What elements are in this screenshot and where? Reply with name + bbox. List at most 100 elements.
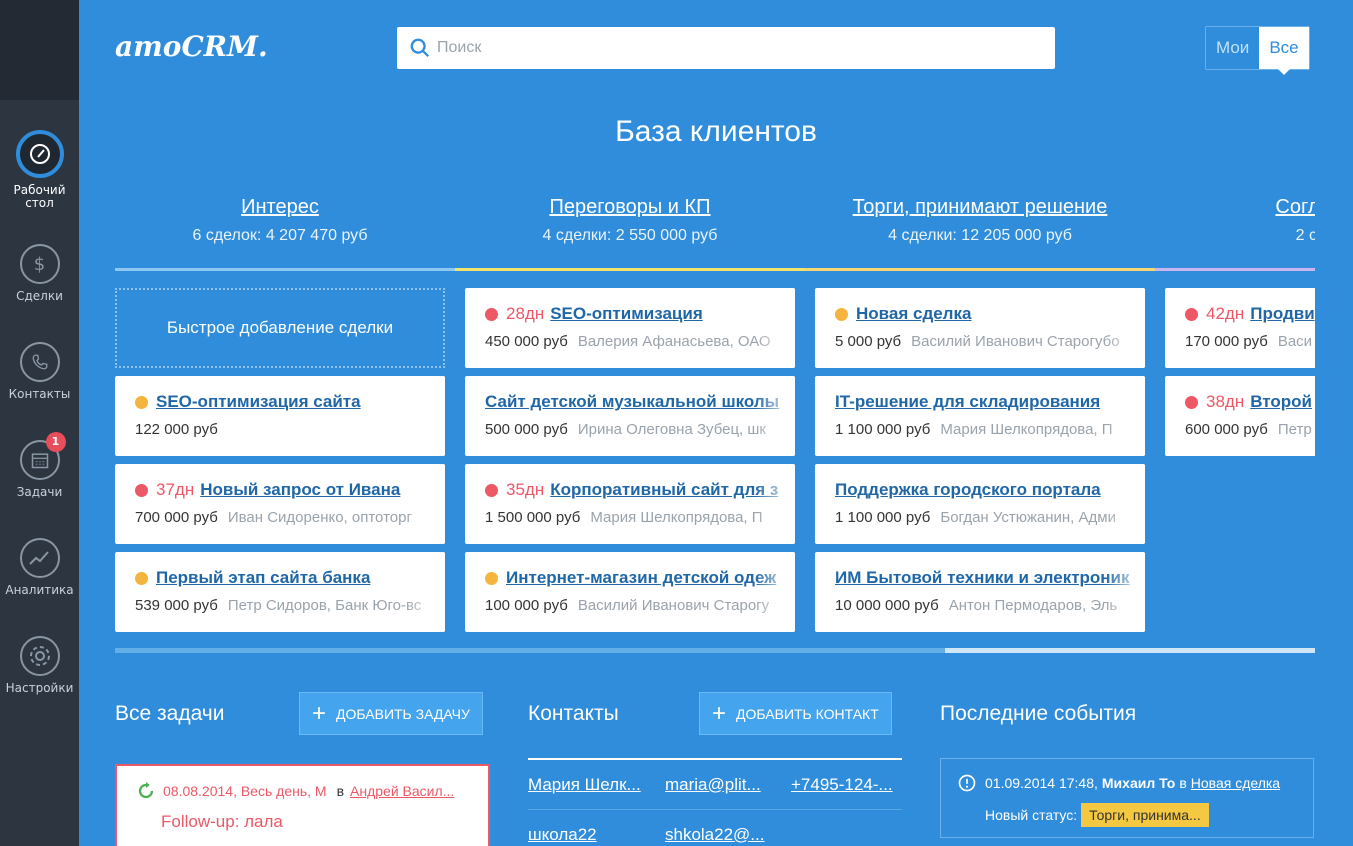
deal-name-link[interactable]: Корпоративный сайт для з bbox=[550, 480, 778, 500]
deal-overdue-days: 35дн bbox=[506, 480, 545, 499]
text-fade bbox=[1105, 288, 1145, 368]
stage-divider bbox=[805, 268, 1155, 271]
deal-card[interactable]: Поддержка городского портала 1 100 000 ру… bbox=[815, 464, 1145, 544]
deal-card[interactable]: ИМ Бытовой техники и электроник 10 000 00… bbox=[815, 552, 1145, 632]
plus-icon: + bbox=[712, 699, 727, 727]
text-fade bbox=[405, 376, 445, 456]
event-deal-link[interactable]: Новая сделка bbox=[1191, 775, 1280, 791]
contact-name-link[interactable]: школа22 bbox=[528, 825, 653, 845]
deal-name-link[interactable]: Новый запрос от Ивана bbox=[200, 480, 400, 500]
status-dot-icon bbox=[135, 483, 148, 497]
task-person-link[interactable]: Андрей Васил... bbox=[350, 783, 454, 799]
deal-card-title: SEO-оптимизация сайта bbox=[135, 392, 425, 412]
deal-card-details: 700 000 руб Иван Сидоренко, оптоторг bbox=[135, 509, 425, 526]
deal-card[interactable]: Сайт детской музыкальной школы 500 000 ру… bbox=[465, 376, 795, 456]
stage-summary: 2 сделки: bbox=[1295, 227, 1315, 244]
contact-name-link[interactable]: Мария Шелк... bbox=[528, 775, 653, 795]
deal-price: 10 000 000 руб bbox=[835, 597, 939, 614]
deal-name-link[interactable]: Первый этап сайта банка bbox=[156, 568, 370, 588]
sidebar-item-tasks[interactable]: 1 Задачи bbox=[0, 432, 79, 499]
sidebar-item-settings[interactable]: Настройки bbox=[0, 636, 79, 695]
contact-phone-link[interactable]: +7495-124-... bbox=[791, 775, 901, 795]
deal-price: 5 000 руб bbox=[835, 333, 902, 350]
contact-row: Мария Шелк... maria@plit... +7495-124-..… bbox=[528, 760, 902, 810]
task-item[interactable]: 08.08.2014, Весь день, М в Андрей Васил.… bbox=[115, 764, 490, 846]
deal-overdue-days: 37дн bbox=[156, 480, 195, 499]
text-fade bbox=[755, 552, 795, 632]
deal-name-link[interactable]: Сайт детской музыкальной школы bbox=[485, 392, 779, 412]
search-input[interactable] bbox=[437, 39, 1055, 57]
sidebar-item-label: Настройки bbox=[5, 681, 74, 695]
deal-card[interactable]: Первый этап сайта банка 539 000 руб Петр С… bbox=[115, 552, 445, 632]
deal-name-link[interactable]: ИМ Бытовой техники и электроник bbox=[835, 568, 1130, 588]
deal-card[interactable]: 37дн Новый запрос от Ивана 700 000 руб Иван… bbox=[115, 464, 445, 544]
contact-row: школа22 shkola22@... bbox=[528, 810, 902, 846]
deal-name-link[interactable]: Новая сделка bbox=[856, 304, 971, 324]
text-fade bbox=[1105, 464, 1145, 544]
text-fade bbox=[755, 464, 795, 544]
status-dot-icon bbox=[485, 483, 498, 497]
scope-mine-button[interactable]: Мои bbox=[1206, 27, 1259, 69]
stage-name-link[interactable]: Переговоры и КП bbox=[465, 196, 795, 219]
sidebar-item-dashboard[interactable]: Рабочий стол bbox=[0, 130, 79, 210]
deal-name-link[interactable]: SEO-оптимизация сайта bbox=[156, 392, 361, 412]
deal-card[interactable]: 28дн SEO-оптимизация 450 000 руб Валерия Аф… bbox=[465, 288, 795, 368]
deal-card[interactable]: SEO-оптимизация сайта 122 000 руб bbox=[115, 376, 445, 456]
deal-card-title: Интернет-магазин детской одеж bbox=[485, 568, 776, 588]
deal-contact: Петр Сидоров, Банк Юго-вс bbox=[227, 597, 422, 614]
deal-name-link[interactable]: Продви bbox=[1250, 304, 1314, 324]
deal-card-details: 122 000 руб bbox=[135, 421, 425, 438]
quick-add-deal-button[interactable]: Быстрое добавление сделки bbox=[115, 288, 445, 368]
deal-card-details: 600 000 руб Петр bbox=[1185, 421, 1315, 438]
add-contact-label: ДОБАВИТЬ КОНТАКТ bbox=[736, 705, 879, 722]
deal-name-link[interactable]: Второй bbox=[1250, 392, 1312, 412]
scope-all-button[interactable]: Все bbox=[1259, 27, 1309, 75]
deal-card[interactable]: 42дн Продви 170 000 руб Васи bbox=[1165, 288, 1315, 368]
gear-icon bbox=[19, 636, 60, 676]
deal-price: 600 000 руб bbox=[1185, 421, 1268, 438]
deal-name-link[interactable]: Поддержка городского портала bbox=[835, 480, 1101, 500]
deal-card[interactable]: Интернет-магазин детской одеж 100 000 руб… bbox=[465, 552, 795, 632]
scrollbar-thumb[interactable] bbox=[945, 648, 1315, 653]
app-logo[interactable]: amoCRM. bbox=[115, 30, 268, 63]
stage-name-link[interactable]: Торги, принимают решение bbox=[815, 196, 1145, 219]
contact-email-link[interactable]: shkola22@... bbox=[665, 825, 777, 845]
sidebar-item-analytics[interactable]: Аналитика bbox=[0, 538, 79, 597]
stage-name-link[interactable]: Согласован bbox=[1165, 196, 1315, 219]
contacts-widget-title: Контакты bbox=[528, 702, 619, 725]
contact-email-link[interactable]: maria@plit... bbox=[665, 775, 777, 795]
deal-card-details: 10 000 000 руб Антон Пермодаров, Эль bbox=[835, 597, 1125, 614]
status-dot-icon bbox=[1185, 395, 1198, 409]
sidebar: Рабочий стол $ Сделки Контакты 1 Задачи … bbox=[0, 0, 79, 846]
deal-name-link[interactable]: Интернет-магазин детской одеж bbox=[506, 568, 776, 588]
deal-card[interactable]: IT-решение для складирования 1 100 000 ру… bbox=[815, 376, 1145, 456]
deal-name-link[interactable]: SEO-оптимизация bbox=[550, 304, 703, 324]
deal-contact: Валерия Афанасьева, ОАО bbox=[577, 333, 771, 350]
deal-card[interactable]: 35дн Корпоративный сайт для з 1 500 000 ру… bbox=[465, 464, 795, 544]
events-widget-title: Последние события bbox=[940, 702, 1137, 725]
deal-card[interactable]: 38дн Второй 600 000 руб Петр bbox=[1165, 376, 1315, 456]
sidebar-item-label: Контакты bbox=[8, 387, 71, 401]
stage-name-link[interactable]: Интерес bbox=[115, 196, 445, 219]
deal-card[interactable]: Новая сделка 5 000 руб Василий Иванович Ст… bbox=[815, 288, 1145, 368]
horizontal-scrollbar[interactable] bbox=[115, 648, 1315, 653]
deal-price: 1 100 000 руб bbox=[835, 421, 931, 438]
sidebar-item-contacts[interactable]: Контакты bbox=[0, 342, 79, 401]
deal-card-title: 37дн Новый запрос от Ивана bbox=[135, 480, 425, 500]
add-contact-button[interactable]: + ДОБАВИТЬ КОНТАКТ bbox=[699, 692, 892, 735]
search-bar[interactable] bbox=[397, 27, 1055, 69]
deal-overdue-days: 42дн bbox=[1206, 304, 1245, 323]
sidebar-item-deals[interactable]: $ Сделки bbox=[0, 244, 79, 303]
add-task-button[interactable]: + ДОБАВИТЬ ЗАДАЧУ bbox=[299, 692, 483, 735]
status-dot-icon bbox=[835, 307, 848, 321]
status-dot-icon bbox=[485, 307, 498, 321]
deal-contact: Богдан Устюжанин, Адми bbox=[940, 509, 1116, 526]
sidebar-item-label: Задачи bbox=[16, 485, 63, 499]
deal-overdue-days: 38дн bbox=[1206, 392, 1245, 411]
stage-summary: 6 сделок: 4 207 470 руб bbox=[192, 227, 368, 244]
deal-card-details: 539 000 руб Петр Сидоров, Банк Юго-вс bbox=[135, 597, 425, 614]
deal-card-details: 170 000 руб Васи bbox=[1185, 333, 1315, 350]
deal-contact: Ирина Олеговна Зубец, шк bbox=[577, 421, 766, 438]
text-fade bbox=[755, 288, 795, 368]
deal-name-link[interactable]: IT-решение для складирования bbox=[835, 392, 1100, 412]
